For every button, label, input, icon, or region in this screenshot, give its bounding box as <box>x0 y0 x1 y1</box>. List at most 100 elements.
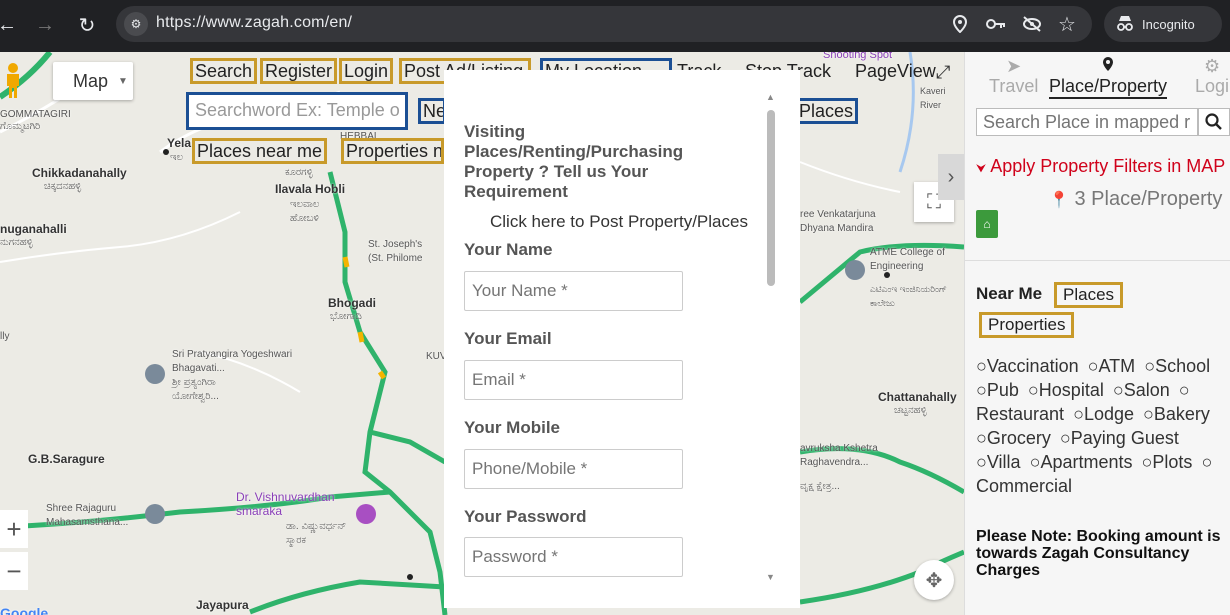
near-me-places-button[interactable]: Places <box>1054 282 1124 308</box>
map-label: (St. Philome <box>368 253 423 264</box>
move-camera-icon[interactable]: ✥ <box>914 560 954 600</box>
map-label: ಗೊಮ್ಮಟಗಿರಿ <box>0 121 41 132</box>
map-label: Kaveri River <box>920 86 946 110</box>
incognito-label: Incognito <box>1142 16 1195 32</box>
pin-icon <box>1049 56 1167 76</box>
map-label: Chikkadanahally <box>32 166 127 180</box>
map-label: Chattanahally <box>878 390 957 404</box>
reload-icon[interactable]: ↻ <box>72 10 102 40</box>
zoom-out-button[interactable]: − <box>0 552 28 590</box>
apply-filters-link[interactable]: ⮟ Apply Property Filters in MAP <box>976 156 1225 177</box>
search-icon[interactable] <box>1198 108 1230 136</box>
map-label: avruksha Kshetra Raghavendra... <box>800 443 878 468</box>
map-label: ಕೂರಗಳ್ಳಿ <box>285 167 313 178</box>
password-label: Your Password <box>464 507 587 526</box>
map-type-label: Map <box>73 70 109 91</box>
modal-scrollbar[interactable]: ▲ ▼ <box>762 92 780 584</box>
radio-school[interactable]: ○School <box>1144 356 1210 376</box>
zoom-in-button[interactable]: + <box>0 510 28 548</box>
radio-restaurant[interactable]: Restaurant <box>976 404 1064 424</box>
map-label: ree Venkatarjuna Dhyana Mandira <box>800 209 876 234</box>
radio-lodge[interactable]: ○Lodge <box>1073 404 1134 424</box>
map-label: ವೃಕ್ಷ ಕ್ಷೇತ್ರ... <box>800 481 840 492</box>
search-place-input[interactable] <box>976 108 1198 136</box>
map-label: Ilavala Hobli <box>275 182 346 196</box>
properties-near-me-button[interactable]: Properties n <box>341 138 444 164</box>
radio-salon[interactable]: ○Salon <box>1113 380 1170 400</box>
map-label: nuganahalli <box>0 222 67 236</box>
map-label: ಚಟ್ಟನಹಳ್ಳಿ <box>894 405 927 416</box>
property-badge-icon[interactable]: ⌂ <box>976 210 998 238</box>
tab-login[interactable]: ⚙ Logi <box>1195 56 1229 97</box>
tab-travel[interactable]: ➤ Travel <box>989 56 1038 97</box>
site-info-icon[interactable]: ⚙ <box>124 12 148 36</box>
password-field[interactable] <box>464 537 683 577</box>
star-icon[interactable]: ☆ <box>1055 12 1079 36</box>
places-near-me-button[interactable]: Places near me <box>192 138 328 164</box>
eye-off-icon[interactable] <box>1020 12 1044 36</box>
radio-commercial-marker[interactable]: ○ <box>1201 452 1212 472</box>
radio-vaccination[interactable]: ○Vaccination <box>976 356 1079 376</box>
nearby-button[interactable]: Ne <box>418 98 446 124</box>
double-chevron-down-icon: ⮟ <box>976 161 987 175</box>
scroll-up-icon[interactable]: ▲ <box>766 92 775 102</box>
apply-filters-label: Apply Property Filters in MAP <box>990 156 1226 176</box>
mobile-field[interactable] <box>464 449 683 489</box>
url-text[interactable]: https://www.zagah.com/en/ <box>156 14 352 32</box>
radio-pub[interactable]: ○Pub <box>976 380 1019 400</box>
incognito-badge[interactable]: Incognito <box>1104 6 1222 42</box>
expand-icon[interactable]: ⤢ <box>936 62 950 83</box>
browser-toolbar: ← → ↻ ⚙ https://www.zagah.com/en/ ☆ Inco… <box>0 0 1230 52</box>
radio-bakery[interactable]: ○Bakery <box>1143 404 1210 424</box>
map-label: ಇಲ <box>170 152 183 163</box>
email-field[interactable] <box>464 360 683 400</box>
radio-grocery[interactable]: ○Grocery <box>976 428 1051 448</box>
name-field[interactable] <box>464 271 683 311</box>
map-label: ಇಲವಾಲ ಹೋಬಳಿ <box>290 199 320 224</box>
search-button[interactable]: Search <box>190 58 258 84</box>
near-me-properties-button[interactable]: Properties <box>979 312 1075 338</box>
key-icon[interactable] <box>984 12 1008 36</box>
radio-hospital[interactable]: ○Hospital <box>1028 380 1104 400</box>
gear-icon: ⚙ <box>1203 56 1221 76</box>
page-view-button[interactable]: PageView <box>850 58 941 84</box>
post-property-link[interactable]: Click here to Post Property/Places <box>490 212 748 232</box>
radio-atm[interactable]: ○ATM <box>1088 356 1136 376</box>
radio-apartments[interactable]: ○Apartments <box>1030 452 1133 472</box>
map-label: Dr. Vishnuvardhan smaraka <box>236 490 335 518</box>
divider <box>965 260 1230 261</box>
map-label: Sri Pratyangira Yogeshwari Bhagavati... <box>172 349 293 374</box>
google-logo: Google <box>0 605 49 615</box>
incognito-icon <box>1116 15 1134 34</box>
pegman-icon[interactable] <box>0 60 26 100</box>
map-label: ಶ್ರೀ ಪ್ರತ್ಯಂಗಿರಾ ಯೋಗೇಶ್ವರಿ... <box>172 377 219 402</box>
back-icon[interactable]: ← <box>0 10 22 40</box>
search-word-input[interactable]: Searchword Ex: Temple o <box>186 92 408 130</box>
map-label: lly <box>0 331 10 342</box>
mobile-label: Your Mobile <box>464 418 561 437</box>
navigation-icon: ➤ <box>1006 56 1022 76</box>
map-label: Jayapura <box>196 598 249 612</box>
location-icon[interactable] <box>948 12 972 36</box>
forward-icon[interactable]: → <box>30 10 60 40</box>
address-bar[interactable]: ⚙ https://www.zagah.com/en/ ☆ <box>116 6 1092 42</box>
result-count: 📍 3 Place/Property <box>1049 188 1222 211</box>
radio-plots[interactable]: ○Plots <box>1142 452 1193 472</box>
radio-villa[interactable]: ○Villa <box>976 452 1021 472</box>
map-type-dropdown[interactable]: Map ▼ <box>53 62 133 100</box>
map-label: St. Joseph's <box>368 239 423 250</box>
scrollbar-thumb[interactable] <box>767 110 775 286</box>
login-button[interactable]: Login <box>339 58 394 84</box>
scroll-down-icon[interactable]: ▼ <box>766 572 775 582</box>
near-me-label: Near Me <box>976 284 1043 303</box>
register-button[interactable]: Register <box>260 58 338 84</box>
amenity-radio-group: ○Vaccination ○ATM ○School ○Pub ○Hospital… <box>976 354 1230 498</box>
places-button[interactable]: Places <box>794 98 859 124</box>
tab-label: Logi <box>1195 76 1230 96</box>
map-label: ಭೋಗಾದಿ <box>330 311 362 322</box>
radio-commercial[interactable]: Commercial <box>976 476 1072 496</box>
tab-place-property[interactable]: Place/Property <box>1049 56 1168 99</box>
radio-restaurant-marker[interactable]: ○ <box>1179 380 1190 400</box>
radio-paying-guest[interactable]: ○Paying Guest <box>1060 428 1179 448</box>
collapse-panel-icon[interactable]: › <box>938 154 964 200</box>
